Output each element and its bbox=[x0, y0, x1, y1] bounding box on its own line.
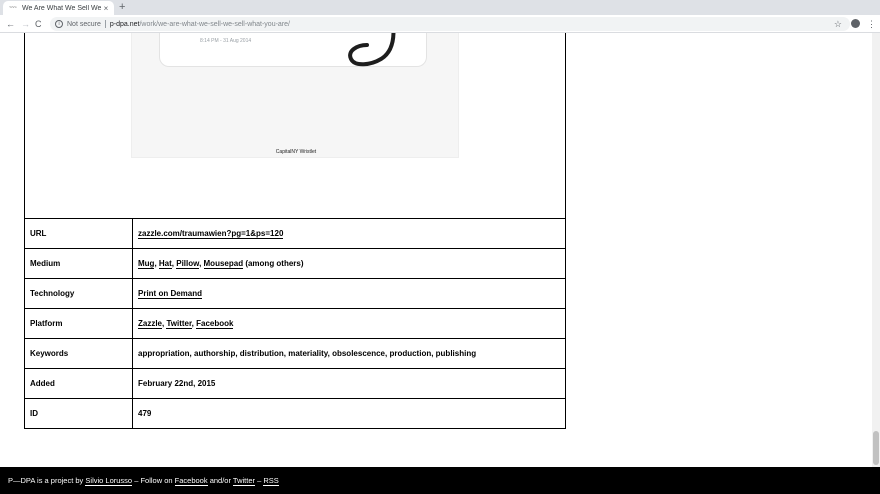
table-row: Medium Mug, Hat, Pillow, Mousepad (among… bbox=[24, 248, 566, 279]
author-link[interactable]: Silvio Lorusso bbox=[85, 476, 133, 486]
product-caption: CapitalNY Wristlet bbox=[275, 149, 317, 155]
footer-text: P—DPA is a project by bbox=[8, 476, 84, 485]
page-scrollbar[interactable] bbox=[872, 33, 880, 467]
url-link[interactable]: zazzle.com/traumawien?pg=1&ps=120 bbox=[138, 229, 284, 239]
url-label: URL bbox=[24, 218, 133, 249]
product-image: 8:14 PM - 31 Aug 2014 CapitalNY Wristlet bbox=[131, 33, 459, 158]
site-footer: P—DPA is a project by Silvio Lorusso – F… bbox=[0, 467, 880, 494]
technology-cell: Print on Demand bbox=[132, 278, 566, 309]
table-row: Added February 22nd, 2015 bbox=[24, 368, 566, 399]
footer-text: and/or bbox=[209, 476, 231, 485]
close-tab-icon[interactable]: × bbox=[101, 4, 111, 13]
technology-label: Technology bbox=[24, 278, 133, 309]
browser-tab[interactable]: ~~~ We Are What We Sell We S × bbox=[3, 1, 114, 15]
tab-strip: ~~~ We Are What We Sell We S × + bbox=[0, 0, 880, 15]
scrollbar-thumb[interactable] bbox=[873, 431, 879, 465]
security-label: Not secure bbox=[67, 20, 101, 28]
table-row: ID 479 bbox=[24, 398, 566, 429]
url-cell: zazzle.com/traumawien?pg=1&ps=120 bbox=[132, 218, 566, 249]
platform-cell: Zazzle, Twitter, Facebook bbox=[132, 308, 566, 339]
product-date: 8:14 PM - 31 Aug 2014 bbox=[200, 38, 252, 44]
keywords-value: appropriation, authorship, distribution,… bbox=[132, 338, 566, 369]
page-viewport: 8:14 PM - 31 Aug 2014 CapitalNY Wristlet… bbox=[0, 33, 872, 467]
platform-link-twitter[interactable]: Twitter bbox=[166, 319, 192, 329]
work-details-table: URL zazzle.com/traumawien?pg=1&ps=120 Me… bbox=[24, 218, 566, 429]
facebook-link[interactable]: Facebook bbox=[174, 476, 208, 486]
site-favicon-icon: ~~~ bbox=[9, 4, 17, 11]
id-value: 479 bbox=[132, 398, 566, 429]
image-block: 8:14 PM - 31 Aug 2014 CapitalNY Wristlet bbox=[24, 33, 566, 219]
medium-link-mousepad[interactable]: Mousepad bbox=[203, 259, 244, 269]
browser-toolbar: ← → C i Not secure p-dpa.net /work/we-ar… bbox=[0, 15, 880, 33]
address-bar[interactable]: i Not secure p-dpa.net /work/we-are-what… bbox=[50, 17, 850, 31]
medium-label: Medium bbox=[24, 248, 133, 279]
forward-arrow-icon[interactable]: → bbox=[21, 17, 30, 31]
footer-text: – bbox=[257, 476, 262, 485]
rss-link[interactable]: RSS bbox=[263, 476, 279, 486]
table-row: Technology Print on Demand bbox=[24, 278, 566, 309]
table-row: URL zazzle.com/traumawien?pg=1&ps=120 bbox=[24, 218, 566, 249]
reload-icon[interactable]: C bbox=[35, 17, 42, 31]
table-row: Platform Zazzle, Twitter, Facebook bbox=[24, 308, 566, 339]
id-label: ID bbox=[24, 398, 133, 429]
medium-link-hat[interactable]: Hat bbox=[158, 259, 172, 269]
medium-cell: Mug, Hat, Pillow, Mousepad (among others… bbox=[132, 248, 566, 279]
url-path: /work/we-are-what-we-sell-we-sell-what-y… bbox=[139, 20, 290, 28]
added-label: Added bbox=[24, 368, 133, 399]
footer-text: – Follow on bbox=[134, 476, 173, 485]
platform-label: Platform bbox=[24, 308, 133, 339]
table-row: Keywords appropriation, authorship, dist… bbox=[24, 338, 566, 369]
separator bbox=[104, 20, 106, 28]
medium-suffix: (among others) bbox=[245, 259, 304, 268]
medium-link-mug[interactable]: Mug bbox=[138, 259, 155, 269]
url-host: p-dpa.net bbox=[109, 20, 140, 28]
medium-link-pillow[interactable]: Pillow bbox=[176, 259, 200, 269]
technology-link[interactable]: Print on Demand bbox=[138, 289, 203, 299]
info-icon[interactable]: i bbox=[55, 20, 63, 28]
browser-menu-icon[interactable]: ⋮ bbox=[867, 17, 876, 31]
wristlet-strap-icon bbox=[348, 33, 396, 67]
account-icon[interactable] bbox=[851, 19, 860, 28]
back-arrow-icon[interactable]: ← bbox=[6, 17, 15, 31]
bookmark-star-icon[interactable]: ☆ bbox=[834, 17, 842, 31]
keywords-label: Keywords bbox=[24, 338, 133, 369]
new-tab-icon[interactable]: + bbox=[119, 1, 125, 14]
platform-link-facebook[interactable]: Facebook bbox=[196, 319, 234, 329]
platform-link-zazzle[interactable]: Zazzle bbox=[138, 319, 163, 329]
twitter-link[interactable]: Twitter bbox=[232, 476, 256, 486]
added-value: February 22nd, 2015 bbox=[132, 368, 566, 399]
tab-title: We Are What We Sell We S bbox=[22, 4, 101, 12]
